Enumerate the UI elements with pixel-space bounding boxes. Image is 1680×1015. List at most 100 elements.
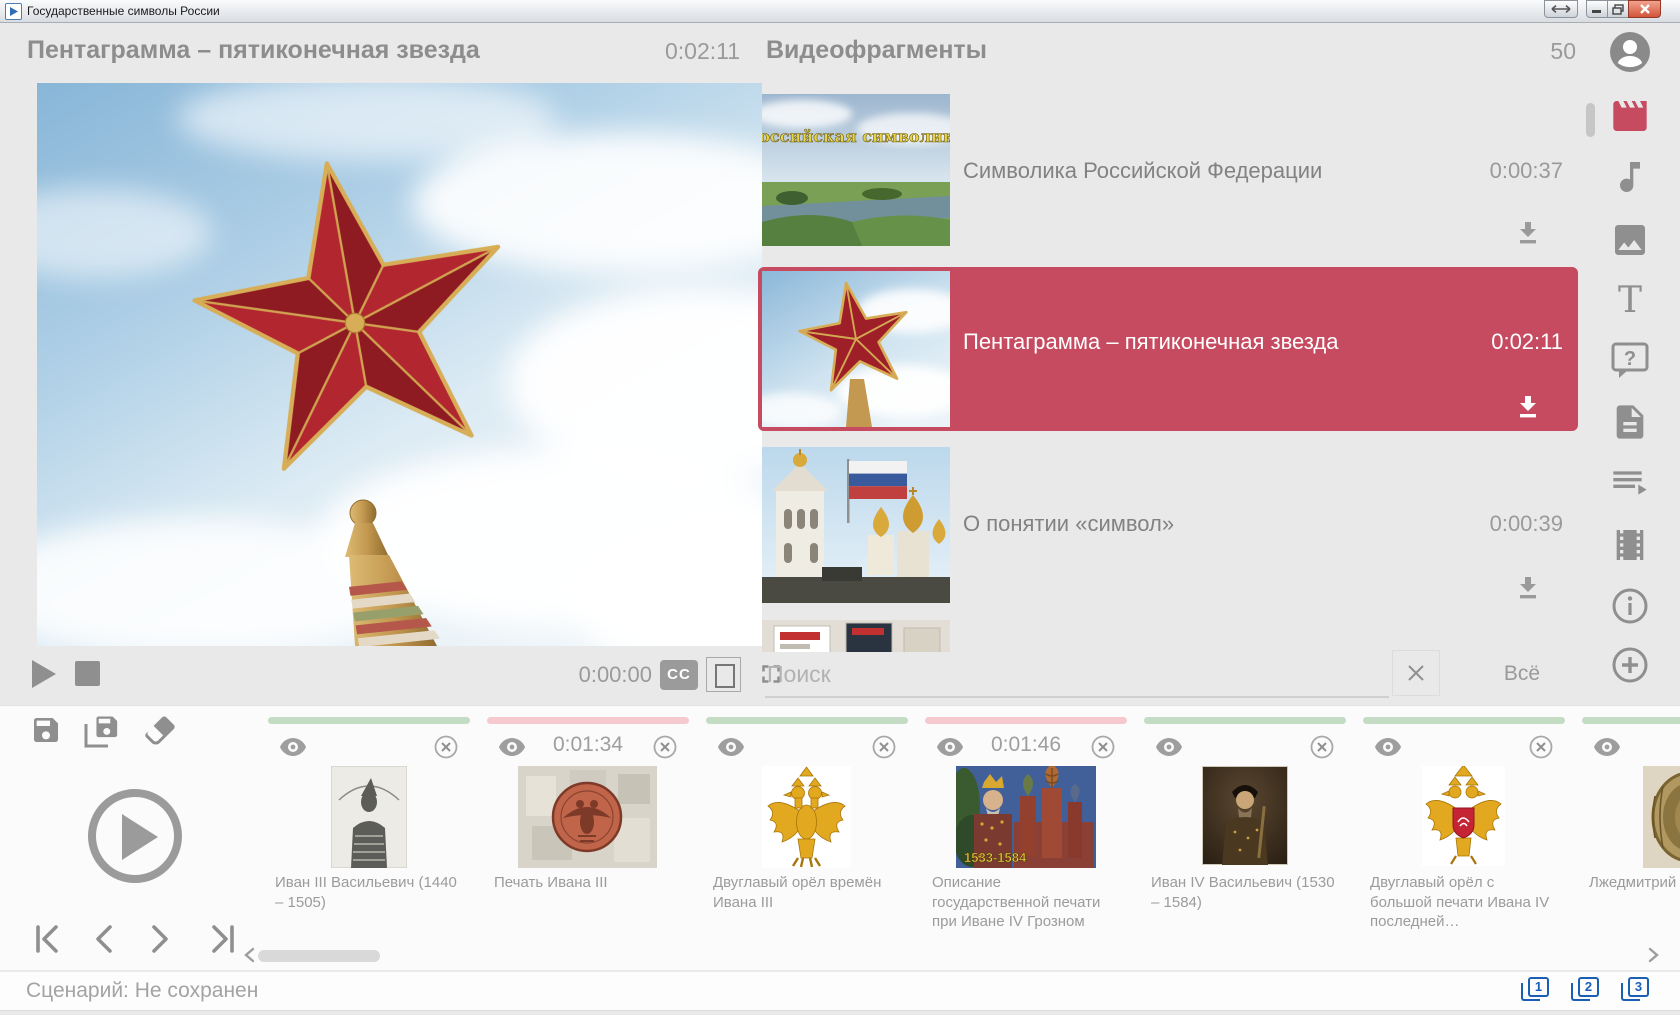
panel-title: Видеофрагменты [766,36,987,65]
previous-item-button[interactable] [92,925,122,955]
visibility-icon[interactable] [1156,738,1182,761]
fragment-count: 50 [1528,38,1576,65]
video-player[interactable] [37,83,762,646]
document-icon[interactable] [1610,402,1650,442]
eraser-icon[interactable] [142,712,178,753]
timeline-item[interactable]: Лжедмитрий [1582,705,1680,945]
video-fragment-list: Российская символика Символика Российско… [758,86,1580,652]
slide-caption: Двуглавый орёл времён Ивана III [713,873,899,912]
remove-icon[interactable] [1091,735,1115,764]
progress-line [268,717,470,724]
timeline-item[interactable]: 0:01:46 [925,705,1127,945]
playlist-icon[interactable] [1610,463,1650,503]
resize-button[interactable] [1544,0,1578,18]
video-fragments-icon[interactable] [1610,96,1650,136]
visibility-icon[interactable] [280,738,306,761]
slide-caption: Лжедмитрий [1589,873,1680,893]
remove-icon[interactable] [1529,735,1553,764]
close-button[interactable] [1628,0,1661,18]
playback-time: 0:00:00 [548,662,652,688]
video-thumbnail[interactable] [762,271,950,427]
clear-search-icon[interactable] [1392,650,1440,696]
timeline-item[interactable]: Иван III Васильевич (1440 – 1505) [268,705,470,945]
list-item-selected[interactable]: Пентаграмма – пятиконечная звезда 0:02:1… [758,267,1578,431]
maximize-button[interactable] [1607,0,1629,18]
preview-play-button[interactable] [88,789,182,883]
thumbnail-caption-text: 1533-1584 [964,850,1027,865]
rem remove-icon[interactable] [1310,735,1334,764]
search-input[interactable] [765,652,1389,698]
slide-caption: Двуглавый орёл с большой печати Ивана IV… [1370,873,1556,932]
last-item-button[interactable] [206,925,236,955]
minimize-button[interactable] [1586,0,1608,18]
item-title: Пентаграмма – пятиконечная звезда [963,329,1338,355]
item-duration: 0:00:37 [1388,158,1563,184]
progress-line [487,717,689,724]
slide-thumbnail[interactable]: 1533-1584 [956,766,1096,868]
subtitles-button[interactable]: CC [660,660,698,690]
first-item-button[interactable] [34,925,64,955]
timeline-scrollbar[interactable] [258,950,380,962]
music-icon[interactable] [1610,157,1650,197]
progress-line [1363,717,1565,724]
slide-thumbnail[interactable] [762,766,851,868]
film-strip-icon[interactable] [1610,525,1650,565]
image-icon[interactable] [1610,220,1650,260]
page-1-button[interactable]: 1 [1521,977,1548,1004]
save-icon[interactable] [30,714,62,751]
timeline-item[interactable]: 0:01:34 Печать Ивана III [487,705,689,945]
item-title: Символика Российской Федерации [963,158,1322,184]
item-duration: 0:02:11 [1388,329,1563,355]
slide-caption: Иван III Васильевич (1440 – 1505) [275,873,461,912]
fit-screen-button[interactable] [706,657,741,692]
save-as-icon[interactable] [82,712,122,755]
svg-text:?: ? [1624,348,1636,370]
slide-thumbnail[interactable] [518,766,657,868]
scroll-left-icon[interactable] [243,947,255,968]
timeline-item[interactable]: Иван IV Васильевич (1530 – 1584) [1144,705,1346,945]
remove-icon[interactable] [653,735,677,764]
slide-thumbnail[interactable] [1202,766,1288,868]
help-icon[interactable]: ? [1610,341,1650,381]
page-2-button[interactable]: 2 [1571,977,1598,1004]
remove-icon[interactable] [872,735,896,764]
window-title: Государственные символы России [27,4,220,18]
slide-thumbnail[interactable] [1422,766,1505,868]
download-icon[interactable] [1513,221,1543,246]
download-icon[interactable] [1513,395,1543,420]
text-tool-icon[interactable]: T [1610,281,1650,321]
current-video-duration: 0:02:11 [610,38,740,65]
app-window: Государственные символы России Пентаграм… [0,0,1680,1015]
remove-icon[interactable] [434,735,458,764]
page-3-button[interactable]: 3 [1621,977,1648,1004]
visibility-icon[interactable] [1594,738,1620,761]
slide-caption: Иван IV Васильевич (1530 – 1584) [1151,873,1337,912]
download-icon[interactable] [1513,576,1543,601]
add-icon[interactable] [1610,645,1650,685]
progress-line [706,717,908,724]
app-icon [5,3,22,20]
progress-line [925,717,1127,724]
timeline-item[interactable]: Двуглавый орёл времён Ивана III [706,705,908,945]
timeline-item[interactable]: Двуглавый орёл с большой печати Ивана IV… [1363,705,1565,945]
filter-all-label[interactable]: Всё [1490,662,1554,686]
user-avatar-icon[interactable] [1609,31,1651,73]
slide-caption: Описание государственной печати при Иван… [932,873,1118,932]
visibility-icon[interactable] [718,738,744,761]
play-button[interactable] [31,659,57,689]
video-thumbnail[interactable] [762,620,950,652]
progress-line [1582,717,1680,724]
info-icon[interactable] [1610,586,1650,626]
visibility-icon[interactable] [1375,738,1401,761]
scroll-right-icon[interactable] [1648,947,1660,968]
video-thumbnail[interactable] [762,447,950,603]
status-bar: Сценарий: Не сохранен [0,971,1680,1011]
scenario-status: Сценарий: Не сохранен [26,979,258,1003]
slide-thumbnail[interactable] [331,766,407,868]
progress-line [1144,717,1346,724]
next-item-button[interactable] [150,925,180,955]
video-thumbnail[interactable]: Российская символика [762,94,950,246]
list-scrollbar[interactable] [1586,103,1595,137]
slide-thumbnail[interactable] [1643,766,1680,868]
stop-button[interactable] [75,661,100,686]
